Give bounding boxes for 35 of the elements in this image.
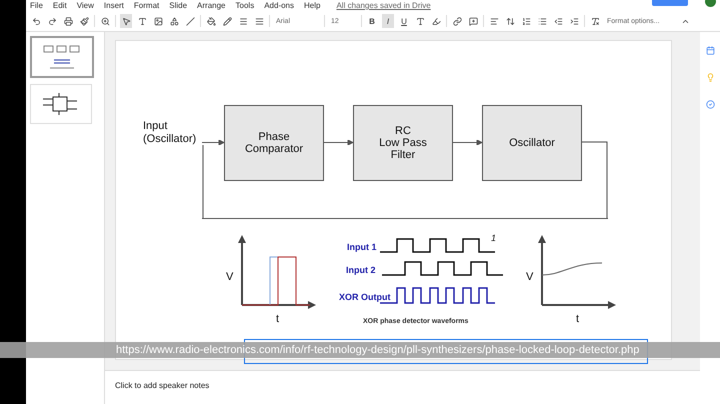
axis-label: V [226, 271, 234, 284]
calendar-icon[interactable] [706, 46, 714, 55]
arrow [202, 140, 224, 145]
text-style-button[interactable]: U [398, 14, 410, 28]
axis-label: t [576, 313, 580, 326]
axis-label: V [526, 271, 534, 284]
save-status[interactable]: All changes saved in Drive [336, 1, 431, 11]
menu-item[interactable]: Arrange [197, 1, 226, 11]
input-label: Input (Oscillator) [143, 120, 196, 146]
url-caption-tooltip: https://www.radio-electronics.com/info/rf-technology-design/pll-synthesizers/phase-locked-loop-detector.php [0, 342, 720, 358]
arrow [453, 140, 482, 145]
menu-item[interactable]: Edit [52, 1, 67, 11]
select-icon[interactable] [120, 14, 132, 28]
menu-item[interactable]: File [30, 1, 43, 11]
waveform-label: XOR Output [339, 292, 390, 302]
check-icon[interactable] [706, 100, 714, 109]
menu-item[interactable]: Insert [104, 1, 124, 11]
waveform-label: Input 2 [346, 265, 376, 276]
text-style-button[interactable]: B [366, 14, 378, 28]
speaker-notes-placeholder[interactable]: Click to add speaker notes [115, 381, 210, 390]
waveform-label: Input 1 [347, 242, 376, 252]
waveform-mark: 1 [491, 233, 496, 244]
axis-label: t [276, 313, 280, 326]
menu-item[interactable]: View [76, 1, 94, 11]
menu-item[interactable]: Tools [236, 1, 254, 11]
arrow [324, 140, 353, 145]
menu-item[interactable]: Help [304, 1, 320, 11]
menu-item[interactable]: Format [134, 1, 160, 11]
text-style-button[interactable]: I [382, 14, 394, 28]
block-diagram-box: Phase Comparator [224, 105, 324, 181]
block-diagram-box: Oscillator [482, 105, 582, 181]
menu-item[interactable]: Add-ons [264, 1, 294, 11]
block-diagram-box: RC Low Pass Filter [353, 105, 453, 181]
slide-thumbnail[interactable] [30, 36, 94, 78]
menu-item[interactable]: Slide [169, 1, 188, 11]
